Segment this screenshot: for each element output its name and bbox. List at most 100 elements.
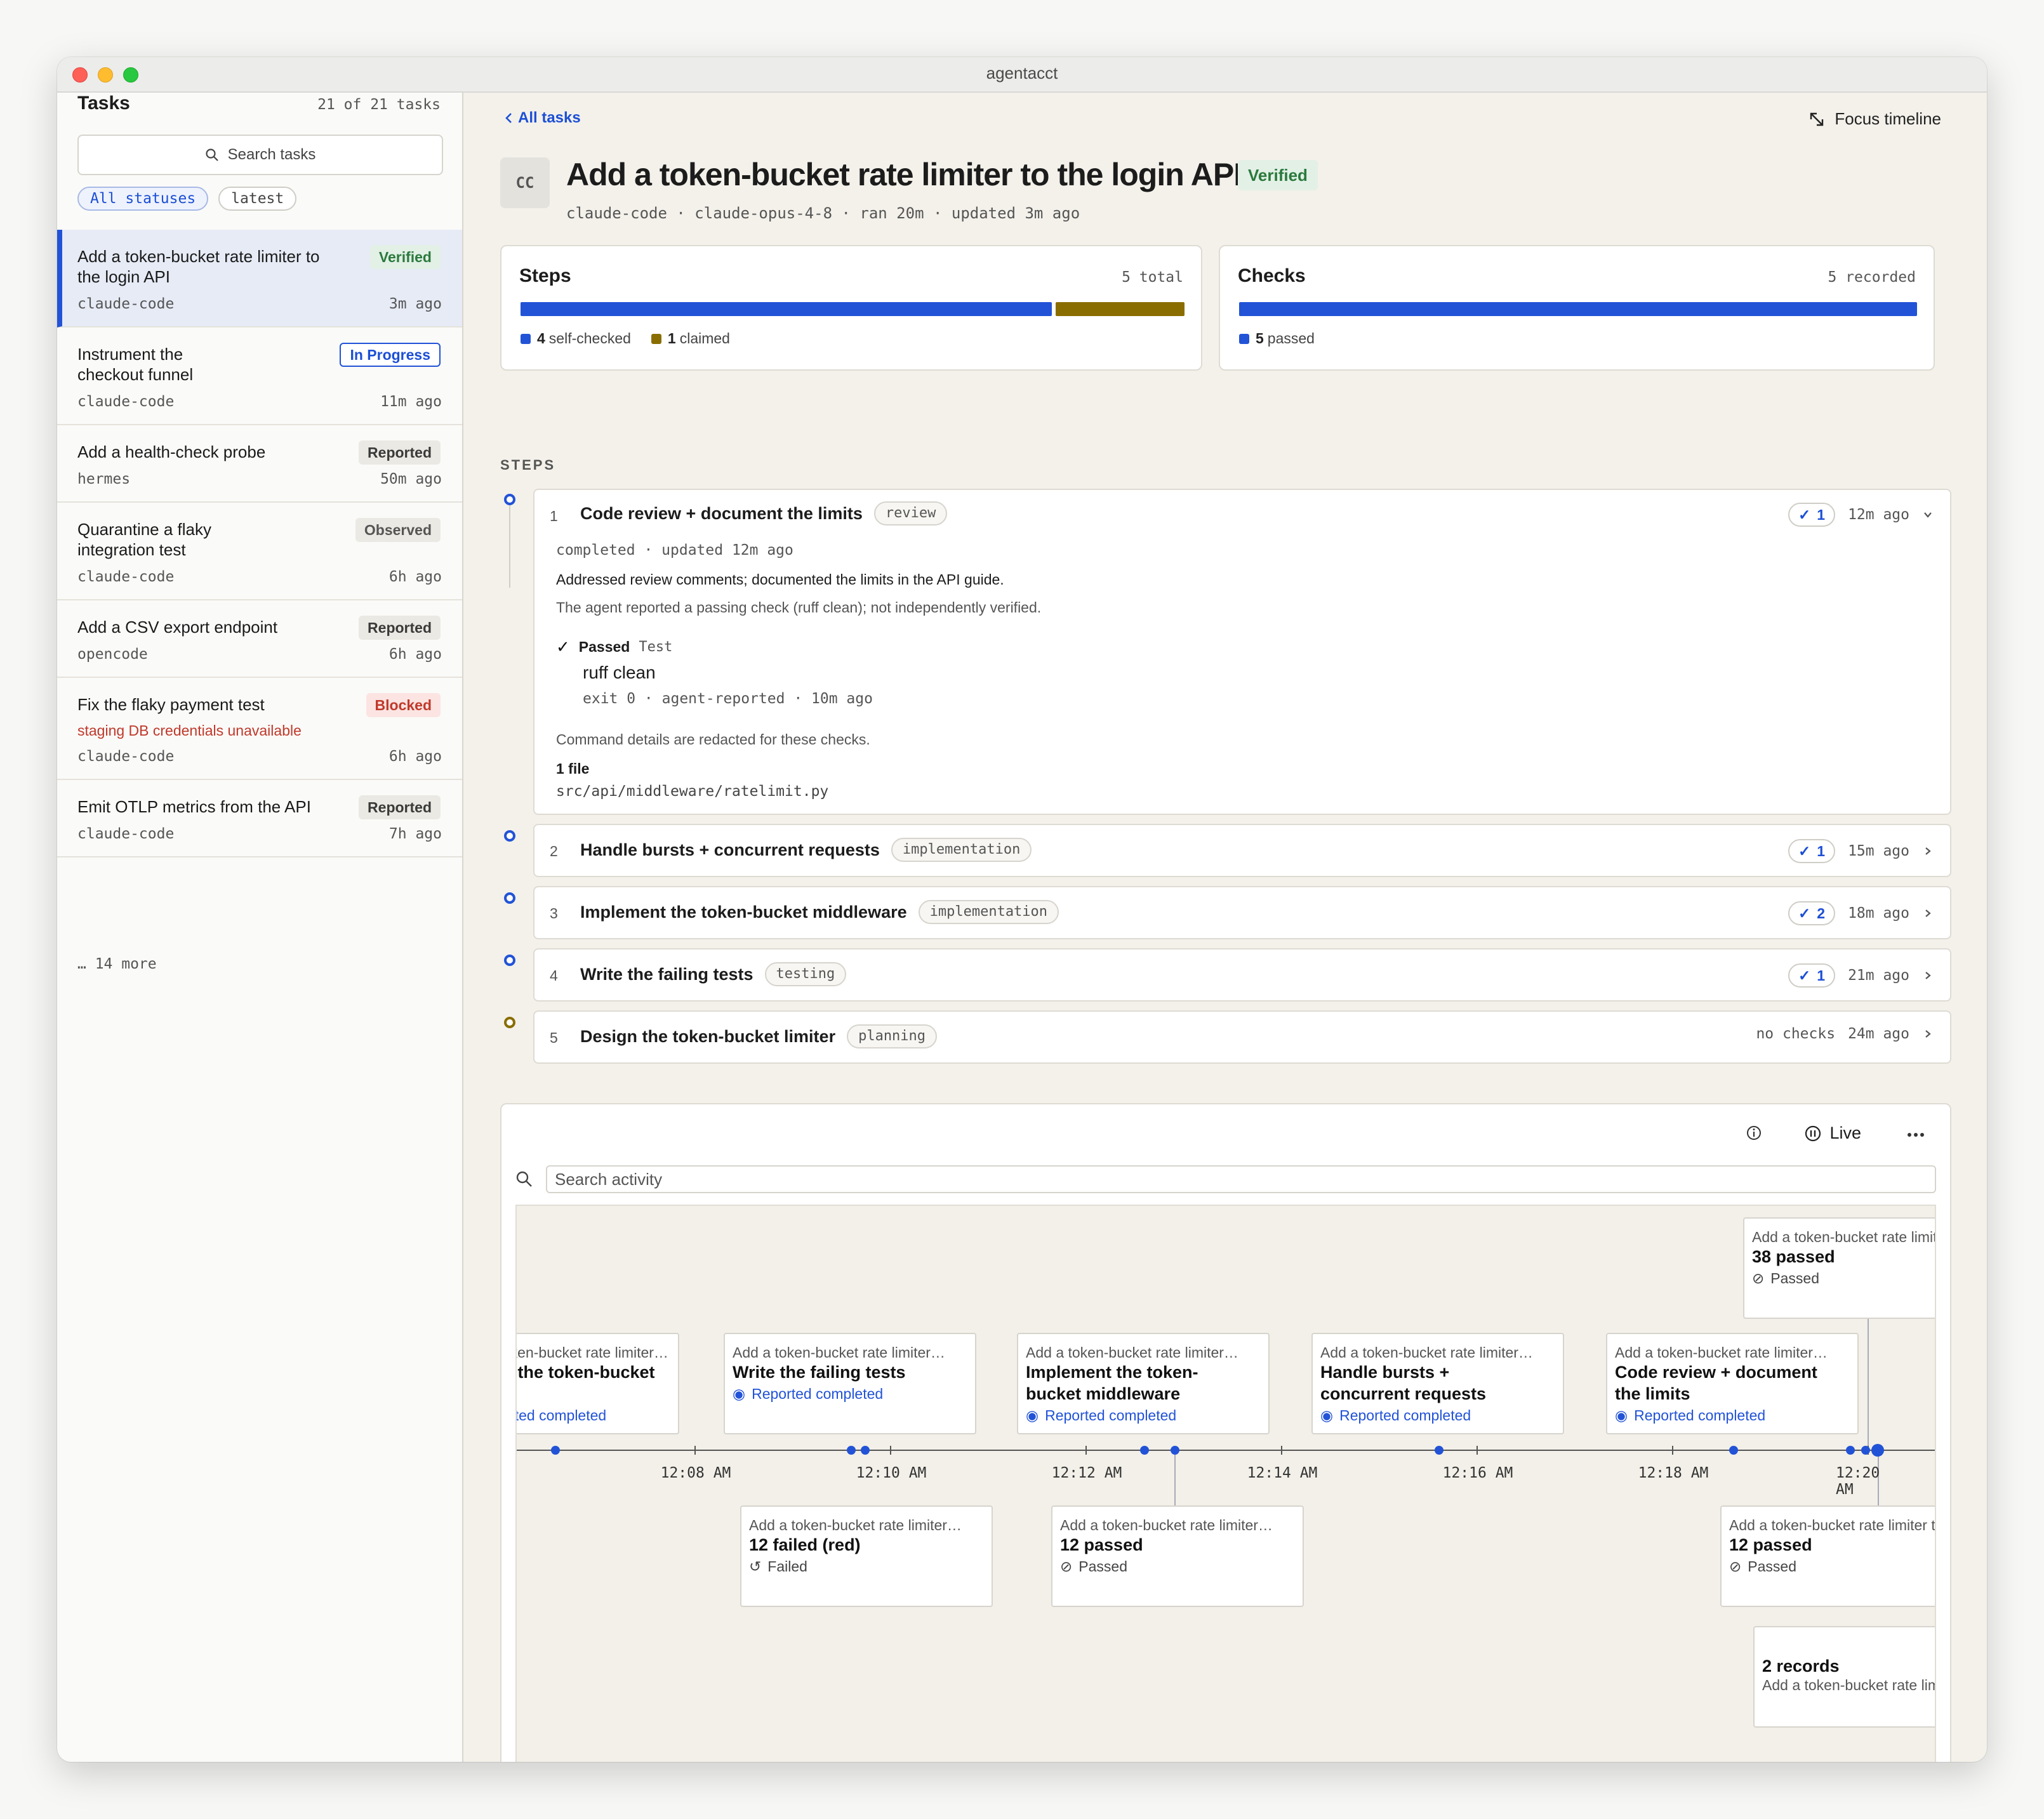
- timeline-event-card[interactable]: Add a token-bucket rate limiter to the l…: [1743, 1217, 1935, 1319]
- event-marker[interactable]: [1729, 1446, 1738, 1455]
- task-meta: claude-code · claude-opus-4-8 · ran 20m …: [566, 204, 1080, 222]
- timeline-event-card[interactable]: Add a token-bucket rate limiter… Design …: [517, 1333, 679, 1434]
- step-row-expanded[interactable]: 1 Code review + document the limits revi…: [533, 489, 1951, 815]
- timeline-canvas[interactable]: Add a token-bucket rate limiter… Design …: [515, 1205, 1936, 1762]
- status-badge: Reported: [359, 440, 441, 465]
- task-error: staging DB credentials unavailable: [77, 722, 302, 739]
- card-title: Checks: [1238, 265, 1306, 286]
- chevron-right-icon[interactable]: [1922, 908, 1934, 919]
- step-row[interactable]: 5 Design the token-bucket limiter planni…: [533, 1010, 1951, 1064]
- check-count-pill[interactable]: ✓ 1: [1788, 839, 1836, 863]
- task-list-item[interactable]: Quarantine a flaky integration test Obse…: [57, 503, 462, 600]
- status-badge: Verified: [1238, 160, 1318, 190]
- event-marker[interactable]: [1171, 1446, 1179, 1455]
- chevron-right-icon[interactable]: [1922, 845, 1934, 857]
- filter-sort-chip[interactable]: latest: [218, 187, 297, 211]
- chevron-right-icon[interactable]: [1922, 970, 1934, 981]
- steps-legend: 4 self-checked 1 claimed: [521, 330, 730, 347]
- event-marker[interactable]: [551, 1446, 560, 1455]
- focus-timeline-button[interactable]: Focus timeline: [1808, 109, 1941, 129]
- steps-summary-card: Steps 5 total 4 self-checked 1 claimed: [500, 245, 1202, 371]
- search-tasks-input[interactable]: Search tasks: [77, 135, 443, 175]
- step-age: 12m ago: [1848, 506, 1909, 523]
- event-marker[interactable]: [1435, 1446, 1443, 1455]
- timeline-event-card[interactable]: Add a token-bucket rate limiter… Impleme…: [1017, 1333, 1270, 1434]
- step-name: Handle bursts + concurrent requests: [580, 840, 880, 859]
- timeline-event-card[interactable]: 2 records Add a token-bucket rate limite…: [1753, 1626, 1935, 1728]
- step-row[interactable]: 2 Handle bursts + concurrent requests im…: [533, 824, 1951, 877]
- live-toggle[interactable]: Live: [1804, 1123, 1861, 1143]
- event-marker[interactable]: [1861, 1446, 1870, 1455]
- step-summary: Addressed review comments; documented th…: [556, 571, 1004, 588]
- checks-summary-card: Checks 5 recorded 5 passed: [1219, 245, 1935, 371]
- check-count: 1: [1817, 967, 1826, 984]
- event-status: ◉ Reported completed: [733, 1386, 967, 1403]
- event-connector: [1868, 1319, 1869, 1450]
- timeline-event-card[interactable]: Add a token-bucket rate limiter… Write t…: [724, 1333, 976, 1434]
- step-age: 21m ago: [1848, 967, 1909, 984]
- step-row[interactable]: 4 Write the failing tests testing ✓ 1 21m…: [533, 948, 1951, 1002]
- radio-icon: ◉: [1320, 1407, 1334, 1424]
- step-name: Implement the token-bucket middleware: [580, 902, 907, 922]
- back-link[interactable]: All tasks: [504, 109, 581, 127]
- task-list-item[interactable]: Fix the flaky payment test Blocked stagi…: [57, 678, 462, 780]
- event-marker[interactable]: [1846, 1446, 1855, 1455]
- more-options-icon[interactable]: [1907, 1132, 1925, 1137]
- step-note: The agent reported a passing check (ruff…: [556, 599, 1042, 616]
- event-task: Add a token-bucket rate limiter…: [749, 1517, 962, 1533]
- check-count-pill[interactable]: ✓ 1: [1788, 503, 1836, 527]
- expand-icon: [1810, 112, 1824, 126]
- pause-icon: [1805, 1125, 1821, 1141]
- live-label: Live: [1829, 1123, 1861, 1142]
- check-icon: ✓: [1798, 905, 1811, 922]
- search-icon: [516, 1171, 532, 1187]
- filter-status-chip[interactable]: All statuses: [77, 187, 209, 211]
- event-status: ◉ Reported completed: [1026, 1407, 1261, 1424]
- event-title: 38 passed: [1752, 1247, 1835, 1266]
- info-icon[interactable]: [1746, 1125, 1762, 1141]
- no-checks-label: no checks: [1756, 1026, 1836, 1042]
- timeline-event-card[interactable]: Add a token-bucket rate limiter… 12 pass…: [1051, 1505, 1304, 1607]
- axis-label: 12:20 AM: [1836, 1465, 1880, 1498]
- timeline-event-card[interactable]: Add a token-bucket rate limiter… Code re…: [1606, 1333, 1859, 1434]
- card-title: Steps: [519, 265, 571, 286]
- step-tag: review: [873, 501, 948, 526]
- task-meta: claude-code 6h ago: [77, 748, 442, 765]
- event-status-label: Passed: [1748, 1558, 1796, 1575]
- task-agent: claude-code: [77, 296, 175, 312]
- timeline-event-card[interactable]: Add a token-bucket rate limiter… 12 fail…: [740, 1505, 993, 1607]
- timeline-event-card[interactable]: Add a token-bucket rate limiter to the l…: [1720, 1505, 1935, 1607]
- task-list-item[interactable]: Instrument the checkout funnel In Progre…: [57, 327, 462, 425]
- task-meta: hermes 50m ago: [77, 471, 442, 487]
- search-activity-input[interactable]: Search activity: [546, 1165, 1936, 1193]
- task-list-item[interactable]: Emit OTLP metrics from the API Reported …: [57, 780, 462, 857]
- step-dot: [504, 892, 515, 904]
- task-list-item[interactable]: Add a token-bucket rate limiter to the l…: [57, 230, 462, 327]
- task-name: Add a health-check probe: [77, 442, 266, 461]
- file-path[interactable]: src/api/middleware/ratelimit.py: [556, 783, 828, 800]
- check-icon: ✓: [1798, 506, 1811, 523]
- task-agent: claude-code: [77, 826, 175, 842]
- step-age: 24m ago: [1848, 1026, 1909, 1042]
- task-list-item[interactable]: Add a health-check probe Reported hermes…: [57, 425, 462, 503]
- timeline-axis: [517, 1450, 1935, 1451]
- step-row[interactable]: 3 Implement the token-bucket middleware …: [533, 886, 1951, 939]
- event-marker[interactable]: [861, 1446, 870, 1455]
- check-count-pill[interactable]: ✓ 1: [1788, 963, 1836, 988]
- timeline-event-card[interactable]: Add a token-bucket rate limiter… Handle …: [1311, 1333, 1564, 1434]
- check-count-pill[interactable]: ✓ 2: [1788, 901, 1836, 925]
- task-meta: opencode 6h ago: [77, 646, 442, 663]
- step-dot: [504, 830, 515, 842]
- chevron-down-icon[interactable]: [1922, 509, 1934, 520]
- step-tag: implementation: [918, 900, 1059, 924]
- axis-tick: [890, 1446, 891, 1455]
- event-marker[interactable]: [847, 1446, 856, 1455]
- event-marker[interactable]: [1140, 1446, 1149, 1455]
- step-age: 15m ago: [1848, 843, 1909, 859]
- event-status-label: Reported completed: [752, 1386, 884, 1402]
- more-tasks-link[interactable]: … 14 more: [77, 956, 157, 972]
- chevron-right-icon[interactable]: [1922, 1028, 1934, 1040]
- event-marker[interactable]: [1871, 1444, 1884, 1457]
- task-name: Instrument the checkout funnel: [77, 345, 194, 384]
- task-list-item[interactable]: Add a CSV export endpoint Reported openc…: [57, 600, 462, 678]
